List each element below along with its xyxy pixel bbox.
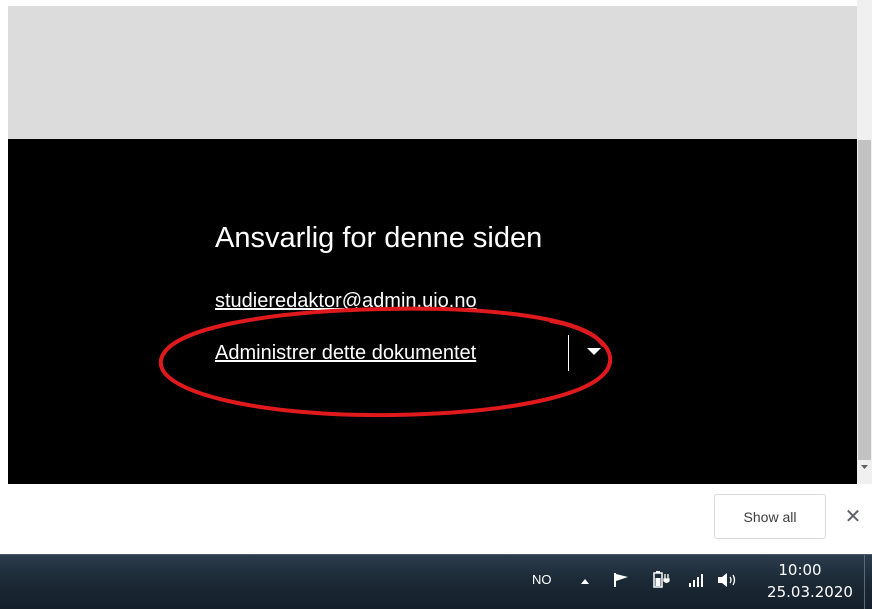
contact-email-link[interactable]: studieredaktor@admin.uio.no	[215, 290, 477, 313]
page-footer: Ansvarlig for denne siden studieredaktor…	[8, 139, 857, 484]
language-indicator[interactable]: NO	[532, 572, 552, 587]
close-icon[interactable]: ✕	[842, 506, 864, 528]
volume-icon[interactable]	[716, 571, 738, 589]
administer-document-link[interactable]: Administrer dette dokumentet	[215, 342, 476, 365]
clock-date[interactable]: 25.03.2020	[762, 583, 858, 601]
footer-heading: Ansvarlig for denne siden	[215, 222, 543, 254]
page-content-area	[8, 6, 857, 139]
power-icon[interactable]	[652, 570, 672, 588]
show-desktop-button[interactable]	[864, 555, 872, 609]
chevron-up-icon[interactable]	[580, 577, 590, 585]
scrollbar-thumb[interactable]	[858, 140, 871, 460]
scroll-down-arrow-icon[interactable]	[859, 462, 870, 472]
signal-icon[interactable]	[688, 572, 706, 588]
clock-time[interactable]: 10:00	[770, 561, 830, 579]
flag-icon[interactable]	[612, 572, 630, 588]
caret-down-icon[interactable]	[584, 339, 604, 363]
windows-taskbar: NO 10:00 25.03.2020	[0, 554, 872, 609]
download-bar: Show all ✕	[0, 484, 872, 554]
footer-divider	[568, 335, 569, 371]
show-all-button[interactable]: Show all	[714, 494, 826, 539]
